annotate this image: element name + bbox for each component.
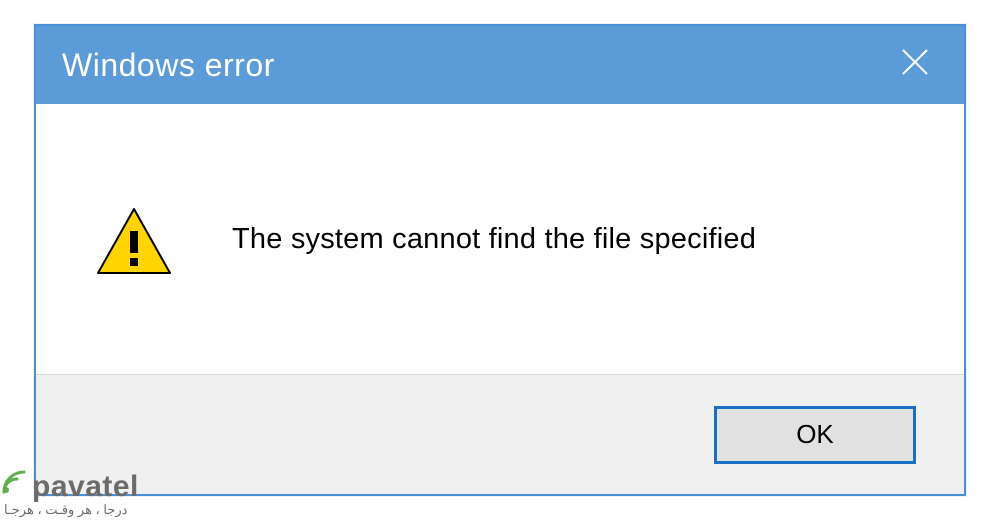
titlebar: Windows error xyxy=(36,26,964,104)
warning-icon xyxy=(94,203,174,283)
error-dialog: Windows error The system cannot find the… xyxy=(34,24,966,496)
watermark-brand: pavatel xyxy=(32,470,139,504)
dialog-body: The system cannot find the file specifie… xyxy=(36,104,964,374)
watermark-logo: pavatel xyxy=(0,468,139,504)
watermark: pavatel درجا ، هر وقـت ، هرجـا xyxy=(0,468,139,518)
close-icon[interactable] xyxy=(892,43,938,87)
ok-button[interactable]: OK xyxy=(714,406,916,464)
error-message: The system cannot find the file specifie… xyxy=(232,223,756,256)
dialog-footer: OK xyxy=(36,374,964,494)
dialog-title: Windows error xyxy=(62,47,275,84)
signal-icon xyxy=(0,468,28,503)
watermark-tagline: درجا ، هر وقـت ، هرجـا xyxy=(4,502,127,518)
